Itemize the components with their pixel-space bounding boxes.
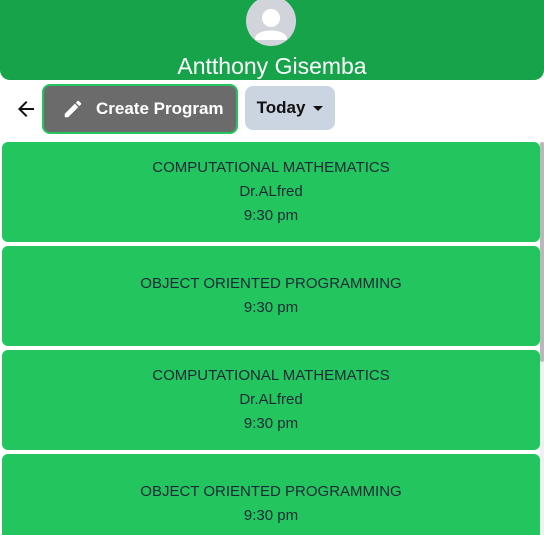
program-card[interactable]: COMPUTATIONAL MATHEMATICS Dr.ALfred 9:30… bbox=[2, 350, 540, 450]
program-card[interactable]: COMPUTATIONAL MATHEMATICS Dr.ALfred 9:30… bbox=[2, 142, 540, 242]
scrollbar-thumb[interactable] bbox=[540, 142, 544, 362]
profile-header: Antthony Gisemba bbox=[0, 0, 544, 80]
back-arrow-icon[interactable] bbox=[14, 97, 38, 121]
caret-down-icon bbox=[313, 105, 324, 111]
program-time: 9:30 pm bbox=[243, 299, 299, 316]
program-lecturer: Dr.ALfred bbox=[239, 183, 303, 200]
user-name: Antthony Gisemba bbox=[177, 53, 367, 79]
program-time: 9:30 pm bbox=[243, 507, 299, 524]
program-card[interactable]: OBJECT ORIENTED PROGRAMMING 9:30 pm bbox=[2, 454, 540, 535]
program-title: COMPUTATIONAL MATHEMATICS bbox=[152, 159, 390, 176]
program-time: 9:30 pm bbox=[243, 207, 299, 224]
pencil-icon bbox=[62, 98, 84, 120]
create-program-label: Create Program bbox=[96, 99, 224, 118]
today-filter-label: Today bbox=[256, 98, 306, 117]
today-filter-dropdown[interactable]: Today bbox=[245, 86, 335, 130]
program-title: OBJECT ORIENTED PROGRAMMING bbox=[140, 483, 402, 500]
list-scrollbar[interactable] bbox=[540, 142, 544, 535]
program-lecturer: Dr.ALfred bbox=[239, 391, 303, 408]
program-list: COMPUTATIONAL MATHEMATICS Dr.ALfred 9:30… bbox=[2, 142, 540, 535]
program-card[interactable]: OBJECT ORIENTED PROGRAMMING 9:30 pm bbox=[2, 246, 540, 346]
program-title: COMPUTATIONAL MATHEMATICS bbox=[152, 367, 390, 384]
program-title: OBJECT ORIENTED PROGRAMMING bbox=[140, 275, 402, 292]
user-avatar-icon[interactable] bbox=[246, 0, 296, 46]
create-program-button[interactable]: Create Program bbox=[42, 84, 238, 134]
program-time: 9:30 pm bbox=[243, 415, 299, 432]
